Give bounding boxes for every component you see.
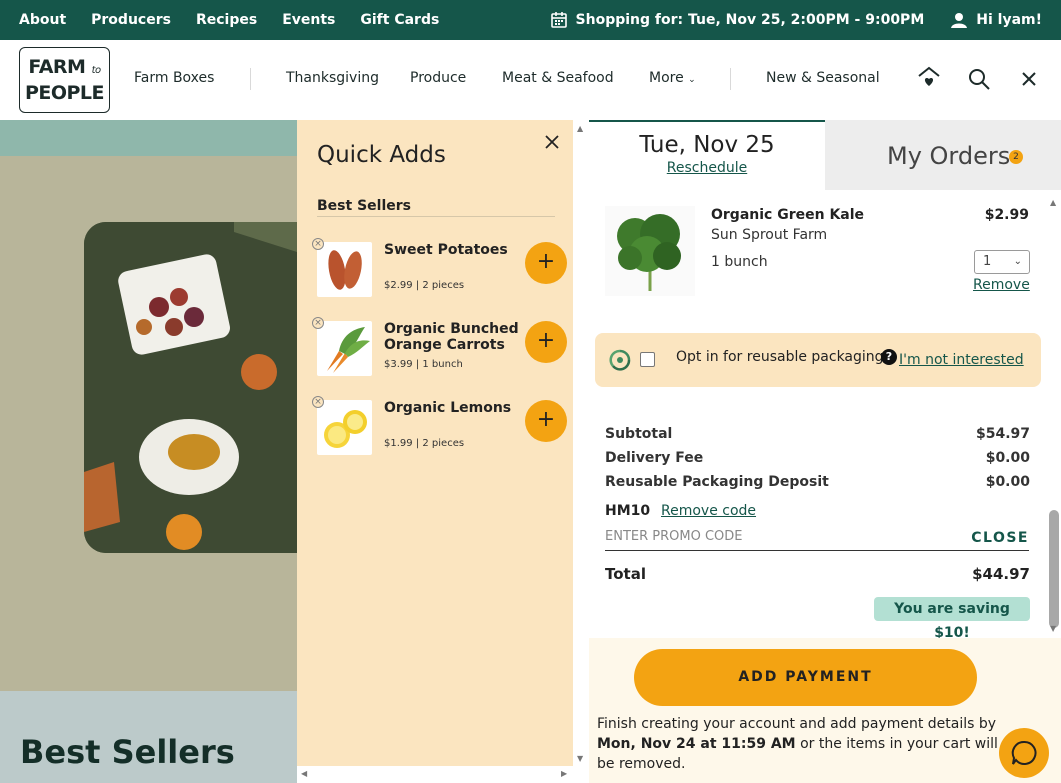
quick-add-meta: $1.99 | 2 pieces: [384, 438, 465, 449]
events-link[interactable]: Events: [282, 12, 335, 28]
add-to-cart-button[interactable]: +: [525, 242, 567, 284]
main-nav: FARM to PEOPLE Farm Boxes Thanksgiving P…: [0, 40, 1061, 120]
nav-more[interactable]: More ⌄: [649, 70, 696, 86]
cart-item: Organic Green Kale Sun Sprout Farm 1 bun…: [605, 206, 1045, 301]
product-farm[interactable]: Sun Sprout Farm: [711, 227, 827, 243]
chevron-down-icon: ⌄: [1013, 256, 1022, 267]
horizontal-scrollbar[interactable]: ◀ ▶: [297, 766, 573, 783]
nav-new-seasonal[interactable]: New & Seasonal: [766, 70, 880, 86]
quick-add-item: × Sweet Potatoes $2.99 | 2 pieces +: [297, 238, 573, 312]
divider: [317, 216, 555, 217]
chat-button[interactable]: [999, 728, 1049, 778]
top-links: About Producers Recipes Events Gift Card…: [19, 12, 464, 28]
search-icon[interactable]: [967, 67, 991, 91]
total-row: Total $44.97: [605, 565, 1030, 583]
delivery-fee-row: Delivery Fee $0.00: [605, 450, 1030, 466]
scroll-down-arrow[interactable]: ▼: [577, 754, 583, 763]
cart-scrollbar[interactable]: ▲ ▼: [1046, 198, 1061, 638]
cart-panel: Tue, Nov 25 Reschedule My Orders 2 Organ…: [589, 120, 1061, 783]
product-price: $2.99: [984, 207, 1029, 223]
page-banner-strip: [0, 120, 297, 156]
subtotal-row: Subtotal $54.97: [605, 426, 1030, 442]
delivery-date: Tue, Nov 25: [639, 132, 775, 158]
nav-divider: [250, 68, 251, 90]
scroll-up-arrow[interactable]: ▲: [577, 124, 583, 133]
nav-produce[interactable]: Produce: [410, 70, 466, 86]
quick-add-meta: $3.99 | 1 bunch: [384, 359, 463, 370]
carrots-image: [317, 321, 372, 376]
shopping-for-button[interactable]: Shopping for: Tue, Nov 25, 2:00PM - 9:00…: [576, 12, 925, 28]
recipes-link[interactable]: Recipes: [196, 12, 257, 28]
quick-add-name[interactable]: Organic Bunched Orange Carrots: [384, 321, 519, 353]
tab-my-orders[interactable]: My Orders 2: [825, 120, 1061, 190]
not-interested-link[interactable]: I'm not interested: [899, 352, 1024, 368]
section-heading: Best Sellers: [20, 733, 235, 771]
close-icon[interactable]: [543, 133, 561, 151]
close-icon[interactable]: [1019, 69, 1039, 89]
favorites-home-icon[interactable]: [917, 65, 941, 89]
kale-image: [605, 206, 695, 296]
reschedule-link[interactable]: Reschedule: [589, 160, 825, 176]
applied-promo-code: HM10: [605, 503, 651, 519]
promo-code-input[interactable]: ENTER PROMO CODE CLOSE: [605, 529, 1029, 551]
quick-adds-section-title: Best Sellers: [317, 198, 411, 214]
quick-add-name[interactable]: Sweet Potatoes: [384, 242, 519, 258]
producers-link[interactable]: Producers: [91, 12, 171, 28]
product-unit: 1 bunch: [711, 254, 768, 270]
sweet-potatoes-image: [317, 242, 372, 297]
quick-add-item: × Organic Bunched Orange Carrots $3.99 |…: [297, 317, 573, 391]
calendar-icon: [550, 12, 567, 28]
quick-add-item: × Organic Lemons $1.99 | 2 pieces +: [297, 396, 573, 470]
nav-meat-seafood[interactable]: Meat & Seafood: [502, 70, 614, 86]
packaging-deposit-row: Reusable Packaging Deposit $0.00: [605, 474, 1030, 490]
quantity-select[interactable]: 1 ⌄: [974, 250, 1030, 274]
dismiss-icon[interactable]: ×: [312, 396, 324, 408]
remove-item-link[interactable]: Remove: [973, 277, 1030, 293]
promo-close-button[interactable]: CLOSE: [971, 530, 1029, 546]
nav-divider: [730, 68, 731, 90]
quick-adds-scrollbar[interactable]: ▲ ▼: [573, 120, 589, 783]
scroll-down-arrow[interactable]: ▼: [1050, 624, 1056, 633]
optin-label: Opt in for reusable packaging.: [676, 349, 888, 365]
help-icon[interactable]: ?: [881, 349, 897, 365]
dismiss-icon[interactable]: ×: [312, 317, 324, 329]
quick-add-name[interactable]: Organic Lemons: [384, 400, 519, 416]
payment-deadline-message: Finish creating your account and add pay…: [597, 716, 998, 772]
my-orders-label: My Orders: [887, 142, 1011, 170]
chevron-down-icon: ⌄: [688, 75, 696, 85]
scrollbar-thumb[interactable]: [1049, 510, 1059, 628]
scroll-left-arrow[interactable]: ◀: [301, 769, 307, 778]
reusable-packaging-optin: Opt in for reusable packaging. ? I'm not…: [595, 333, 1041, 387]
user-icon: [951, 13, 968, 28]
add-to-cart-button[interactable]: +: [525, 400, 567, 442]
orders-count-badge: 2: [1009, 150, 1023, 164]
tab-delivery-date[interactable]: Tue, Nov 25 Reschedule: [589, 120, 825, 190]
farm-to-people-logo[interactable]: FARM to PEOPLE: [19, 47, 110, 113]
dismiss-icon[interactable]: ×: [312, 238, 324, 250]
optin-checkbox[interactable]: [640, 352, 655, 367]
chat-icon: [1011, 740, 1037, 765]
quick-adds-title: Quick Adds: [317, 142, 446, 168]
scroll-right-arrow[interactable]: ▶: [561, 769, 567, 778]
best-sellers-section: Best Sellers: [0, 691, 297, 783]
payment-section: ADD PAYMENT Finish creating your account…: [589, 638, 1061, 783]
lemons-image: [317, 400, 372, 455]
quick-adds-panel: Quick Adds Best Sellers × Sweet Potatoes…: [297, 120, 573, 783]
gift-cards-link[interactable]: Gift Cards: [360, 12, 439, 28]
product-name[interactable]: Organic Green Kale: [711, 207, 864, 223]
top-bar: About Producers Recipes Events Gift Card…: [0, 0, 1061, 40]
nav-thanksgiving[interactable]: Thanksgiving: [286, 70, 379, 86]
about-link[interactable]: About: [19, 12, 66, 28]
account-greeting[interactable]: Hi lyam!: [976, 12, 1042, 28]
remove-code-link[interactable]: Remove code: [661, 503, 756, 519]
scroll-up-arrow[interactable]: ▲: [1050, 198, 1056, 207]
top-right: Shopping for: Tue, Nov 25, 2:00PM - 9:00…: [550, 0, 1042, 40]
savings-badge: You are saving $10!: [874, 597, 1030, 641]
add-to-cart-button[interactable]: +: [525, 321, 567, 363]
nav-farm-boxes[interactable]: Farm Boxes: [134, 70, 214, 86]
recycle-icon: [609, 349, 631, 371]
thanksgiving-table-image: [84, 222, 297, 553]
quick-add-meta: $2.99 | 2 pieces: [384, 280, 465, 291]
add-payment-button[interactable]: ADD PAYMENT: [634, 649, 977, 706]
